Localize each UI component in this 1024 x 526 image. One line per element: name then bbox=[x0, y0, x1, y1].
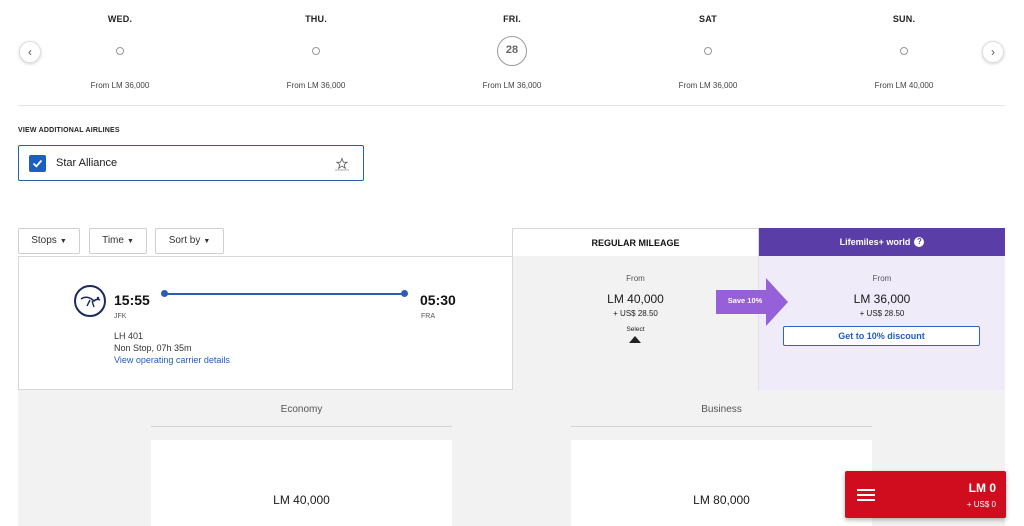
route-line bbox=[166, 293, 403, 295]
sort-by-label: Sort by bbox=[168, 235, 201, 246]
time-filter-label: Time bbox=[102, 235, 124, 246]
caret-up-icon bbox=[629, 336, 641, 343]
flight-number: LH 401 bbox=[114, 331, 144, 341]
date-strip: ‹ WED. From LM 36,000 THU. From LM 36,00… bbox=[0, 0, 1024, 106]
cabin-title-economy: Economy bbox=[280, 404, 323, 415]
date-day-label: SAT bbox=[699, 14, 717, 24]
stops-filter[interactable]: Stops ▼ bbox=[18, 228, 80, 254]
lifemiles-from-label: From bbox=[872, 274, 892, 283]
flight-duration: Non Stop, 07h 35m bbox=[114, 343, 192, 353]
date-dot-icon bbox=[704, 47, 712, 55]
lifemiles-miles-price: LM 36,000 bbox=[853, 292, 911, 306]
business-cabin-card[interactable] bbox=[571, 440, 872, 526]
date-option-wed[interactable]: WED. From LM 36,000 bbox=[22, 0, 218, 106]
tab-regular-mileage[interactable]: REGULAR MILEAGE bbox=[512, 228, 759, 256]
select-label: Select bbox=[626, 326, 645, 333]
departure-airport: JFK bbox=[114, 313, 127, 320]
star-alliance-label: Star Alliance bbox=[56, 157, 118, 169]
arrival-airport: FRA bbox=[421, 313, 435, 320]
cabin-title-business: Business bbox=[701, 404, 742, 415]
divider bbox=[18, 105, 1005, 106]
arrival-time: 05:30 bbox=[420, 292, 456, 308]
lufthansa-crane-icon bbox=[74, 285, 106, 317]
date-option-fri[interactable]: FRI. 28 From LM 36,000 bbox=[414, 0, 610, 106]
chevron-right-icon: › bbox=[991, 45, 995, 59]
time-filter[interactable]: Time ▼ bbox=[89, 228, 147, 254]
tab-lifemiles-world[interactable]: Lifemiles+ world? bbox=[759, 228, 1005, 256]
economy-cabin-card[interactable] bbox=[151, 440, 452, 526]
stops-filter-label: Stops bbox=[31, 235, 57, 246]
tab-lifemiles-label: Lifemiles+ world bbox=[839, 237, 911, 247]
date-option-sat[interactable]: SAT From LM 36,000 bbox=[610, 0, 806, 106]
cart-miles-total: LM 0 bbox=[968, 481, 996, 495]
star-alliance-toggle[interactable]: Star Alliance bbox=[18, 145, 364, 181]
star-alliance-checkbox[interactable] bbox=[29, 155, 46, 172]
help-icon[interactable]: ? bbox=[914, 237, 925, 247]
cart-summary-button[interactable]: LM 0 + US$ 0 bbox=[845, 471, 1006, 518]
next-dates-button[interactable]: › bbox=[982, 41, 1004, 63]
caret-down-icon: ▼ bbox=[59, 238, 67, 245]
date-option-thu[interactable]: THU. From LM 36,000 bbox=[218, 0, 414, 106]
date-dot-icon bbox=[116, 47, 124, 55]
date-price: From LM 36,000 bbox=[482, 81, 542, 90]
business-price: LM 80,000 bbox=[693, 493, 750, 507]
cabin-divider bbox=[571, 426, 872, 427]
operating-carrier-link[interactable]: View operating carrier details bbox=[114, 355, 230, 365]
date-dot-icon bbox=[900, 47, 908, 55]
caret-down-icon: ▼ bbox=[203, 238, 211, 245]
selected-date-circle: 28 bbox=[497, 36, 527, 66]
economy-price: LM 40,000 bbox=[273, 493, 330, 507]
departure-time: 15:55 bbox=[114, 292, 150, 308]
sort-by-filter[interactable]: Sort by ▼ bbox=[155, 228, 224, 254]
date-price: From LM 36,000 bbox=[286, 81, 346, 90]
cabin-divider bbox=[151, 426, 452, 427]
date-day-label: WED. bbox=[107, 14, 133, 24]
caret-down-icon: ▼ bbox=[126, 238, 134, 245]
get-discount-button[interactable]: Get to 10% discount bbox=[783, 326, 980, 346]
route-end-dot bbox=[401, 290, 408, 297]
date-option-sun[interactable]: SUN. From LM 40,000 bbox=[806, 0, 1002, 106]
date-day-label: SUN. bbox=[892, 14, 916, 24]
airline-logo-icon bbox=[80, 296, 101, 308]
date-day-label: THU. bbox=[305, 14, 327, 24]
date-dot-icon bbox=[312, 47, 320, 55]
date-price: From LM 36,000 bbox=[90, 81, 150, 90]
date-price: From LM 36,000 bbox=[678, 81, 738, 90]
date-day-label: FRI. bbox=[503, 14, 521, 24]
check-icon bbox=[32, 159, 43, 168]
date-price: From LM 40,000 bbox=[874, 81, 934, 90]
flight-card: 15:55 JFK 05:30 FRA LH 401 Non Stop, 07h… bbox=[18, 256, 513, 390]
lifemiles-tax: + US$ 28.50 bbox=[859, 309, 905, 318]
cart-usd-total: + US$ 0 bbox=[966, 500, 996, 509]
save-badge-label: Save 10% bbox=[727, 296, 763, 305]
star-alliance-logo-icon bbox=[335, 157, 349, 171]
additional-airlines-title: VIEW ADDITIONAL AIRLINES bbox=[18, 127, 120, 134]
menu-icon bbox=[857, 489, 875, 501]
lifemiles-fare-option[interactable]: From LM 36,000 + US$ 28.50 Get to 10% di… bbox=[759, 256, 1005, 390]
